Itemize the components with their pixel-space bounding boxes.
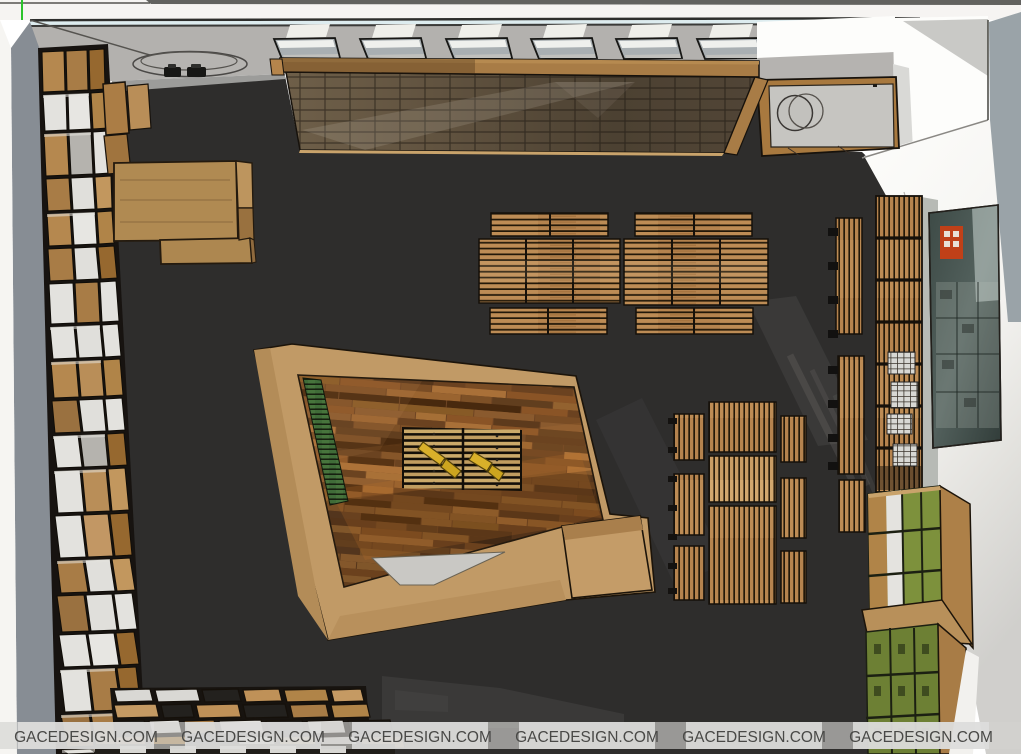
svg-text:GACEDESIGN.COM: GACEDESIGN.COM	[682, 729, 826, 746]
svg-text:GACEDESIGN.COM: GACEDESIGN.COM	[515, 729, 659, 746]
svg-text:GACEDESIGN.COM: GACEDESIGN.COM	[14, 729, 158, 746]
svg-text:GACEDESIGN.COM: GACEDESIGN.COM	[181, 729, 325, 746]
svg-text:GACEDESIGN.COM: GACEDESIGN.COM	[348, 729, 492, 746]
svg-text:GACEDESIGN.COM: GACEDESIGN.COM	[849, 729, 993, 746]
